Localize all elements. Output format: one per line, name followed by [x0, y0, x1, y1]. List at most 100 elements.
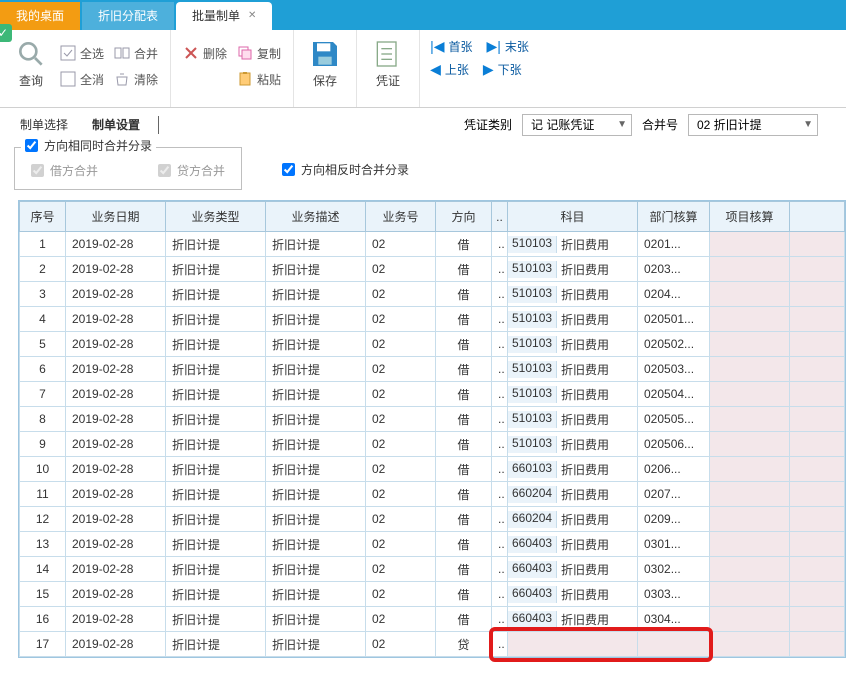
cell-dir[interactable]: 借: [436, 232, 492, 257]
table-row[interactable]: 172019-02-28折旧计提折旧计提02贷..: [20, 632, 845, 657]
cell-type[interactable]: 折旧计提: [166, 532, 266, 557]
subtab-setting[interactable]: 制单设置: [86, 112, 146, 137]
cell-type[interactable]: 折旧计提: [166, 607, 266, 632]
cell-proj[interactable]: [710, 257, 790, 282]
cell-subject[interactable]: 660403折旧费用: [508, 557, 638, 582]
cell-subject[interactable]: 510103折旧费用: [508, 232, 638, 257]
cell-proj[interactable]: [710, 407, 790, 432]
cell-picker[interactable]: ..: [492, 507, 508, 532]
cell-picker[interactable]: ..: [492, 607, 508, 632]
cell-subject[interactable]: 510103折旧费用: [508, 357, 638, 382]
table-row[interactable]: 12019-02-28折旧计提折旧计提02借..510103折旧费用0201..…: [20, 232, 845, 257]
debit-merge-checkbox[interactable]: 借方合并: [31, 162, 98, 179]
cell-desc[interactable]: 折旧计提: [266, 607, 366, 632]
tab-batch-voucher[interactable]: 批量制单 ✕: [176, 2, 272, 30]
deselect-all-button[interactable]: 全消: [58, 68, 106, 90]
table-row[interactable]: 102019-02-28折旧计提折旧计提02借..660103折旧费用0206.…: [20, 457, 845, 482]
cell-dir[interactable]: 借: [436, 557, 492, 582]
cell-subject[interactable]: 510103折旧费用: [508, 257, 638, 282]
cell-type[interactable]: 折旧计提: [166, 307, 266, 332]
cell-extra[interactable]: [790, 582, 845, 607]
last-page-button[interactable]: ▶|末张: [486, 38, 528, 55]
cell-proj[interactable]: [710, 482, 790, 507]
paste-button[interactable]: 粘贴: [235, 68, 283, 90]
cell-dept[interactable]: 020505...: [638, 407, 710, 432]
cell-picker[interactable]: ..: [492, 382, 508, 407]
table-row[interactable]: 82019-02-28折旧计提折旧计提02借..510103折旧费用020505…: [20, 407, 845, 432]
col-dir[interactable]: 方向: [436, 202, 492, 232]
cell-extra[interactable]: [790, 532, 845, 557]
cell-proj[interactable]: [710, 332, 790, 357]
cell-type[interactable]: 折旧计提: [166, 507, 266, 532]
cell-desc[interactable]: 折旧计提: [266, 232, 366, 257]
cell-proj[interactable]: [710, 307, 790, 332]
cell-dept[interactable]: 020503...: [638, 357, 710, 382]
cell-picker[interactable]: ..: [492, 232, 508, 257]
cell-extra[interactable]: [790, 557, 845, 582]
cell-subject[interactable]: 660204折旧费用: [508, 507, 638, 532]
cell-desc[interactable]: 折旧计提: [266, 257, 366, 282]
cell-subject[interactable]: 510103折旧费用: [508, 307, 638, 332]
prev-page-button[interactable]: ◀上张: [430, 61, 469, 78]
cell-no[interactable]: 02: [366, 382, 436, 407]
table-row[interactable]: 52019-02-28折旧计提折旧计提02借..510103折旧费用020502…: [20, 332, 845, 357]
cell-type[interactable]: 折旧计提: [166, 457, 266, 482]
cell-type[interactable]: 折旧计提: [166, 482, 266, 507]
cell-date[interactable]: 2019-02-28: [66, 332, 166, 357]
cell-dir[interactable]: 借: [436, 407, 492, 432]
cell-extra[interactable]: [790, 257, 845, 282]
cell-picker[interactable]: ..: [492, 457, 508, 482]
cell-desc[interactable]: 折旧计提: [266, 407, 366, 432]
cell-extra[interactable]: [790, 607, 845, 632]
cell-picker[interactable]: ..: [492, 357, 508, 382]
cell-extra[interactable]: [790, 632, 845, 657]
opp-dir-merge-checkbox[interactable]: 方向相反时合并分录: [282, 147, 409, 178]
cell-proj[interactable]: [710, 607, 790, 632]
table-row[interactable]: 32019-02-28折旧计提折旧计提02借..510103折旧费用0204..…: [20, 282, 845, 307]
cell-type[interactable]: 折旧计提: [166, 282, 266, 307]
cell-no[interactable]: 02: [366, 357, 436, 382]
cell-type[interactable]: 折旧计提: [166, 382, 266, 407]
cell-dir[interactable]: 借: [436, 282, 492, 307]
cell-picker[interactable]: ..: [492, 432, 508, 457]
cell-dir[interactable]: 借: [436, 457, 492, 482]
close-icon[interactable]: ✕: [248, 2, 256, 30]
cell-desc[interactable]: 折旧计提: [266, 582, 366, 607]
cell-no[interactable]: 02: [366, 607, 436, 632]
credit-merge-checkbox[interactable]: 贷方合并: [158, 162, 225, 179]
cell-extra[interactable]: [790, 432, 845, 457]
same-dir-merge-checkbox[interactable]: 方向相同时合并分录: [25, 137, 152, 154]
table-row[interactable]: 22019-02-28折旧计提折旧计提02借..510103折旧费用0203..…: [20, 257, 845, 282]
cell-date[interactable]: 2019-02-28: [66, 557, 166, 582]
cell-proj[interactable]: [710, 432, 790, 457]
cell-dir[interactable]: 借: [436, 482, 492, 507]
cell-picker[interactable]: ..: [492, 582, 508, 607]
col-no[interactable]: 业务号: [366, 202, 436, 232]
merge-no-select[interactable]: 02 折旧计提 ▼: [688, 114, 818, 136]
copy-button[interactable]: 复制: [235, 42, 283, 64]
cell-date[interactable]: 2019-02-28: [66, 457, 166, 482]
cell-no[interactable]: 02: [366, 507, 436, 532]
cell-extra[interactable]: [790, 307, 845, 332]
cell-no[interactable]: 02: [366, 332, 436, 357]
cell-proj[interactable]: [710, 232, 790, 257]
table-row[interactable]: 72019-02-28折旧计提折旧计提02借..510103折旧费用020504…: [20, 382, 845, 407]
cell-subject[interactable]: 510103折旧费用: [508, 382, 638, 407]
cell-subject[interactable]: 660403折旧费用: [508, 607, 638, 632]
cell-dir[interactable]: 贷: [436, 632, 492, 657]
table-row[interactable]: 152019-02-28折旧计提折旧计提02借..660403折旧费用0303.…: [20, 582, 845, 607]
cell-extra[interactable]: [790, 482, 845, 507]
cell-proj[interactable]: [710, 382, 790, 407]
cell-proj[interactable]: [710, 582, 790, 607]
cell-type[interactable]: 折旧计提: [166, 332, 266, 357]
data-grid[interactable]: 序号 业务日期 业务类型 业务描述 业务号 方向 .. 科目 部门核算 项目核算…: [19, 201, 845, 657]
next-page-button[interactable]: ▶下张: [483, 61, 522, 78]
cell-subject[interactable]: 660403折旧费用: [508, 582, 638, 607]
cell-dept[interactable]: 0304...: [638, 607, 710, 632]
cell-dept[interactable]: 0203...: [638, 257, 710, 282]
cell-desc[interactable]: 折旧计提: [266, 482, 366, 507]
cell-type[interactable]: 折旧计提: [166, 582, 266, 607]
cell-proj[interactable]: [710, 357, 790, 382]
cell-desc[interactable]: 折旧计提: [266, 532, 366, 557]
col-dept[interactable]: 部门核算: [638, 202, 710, 232]
